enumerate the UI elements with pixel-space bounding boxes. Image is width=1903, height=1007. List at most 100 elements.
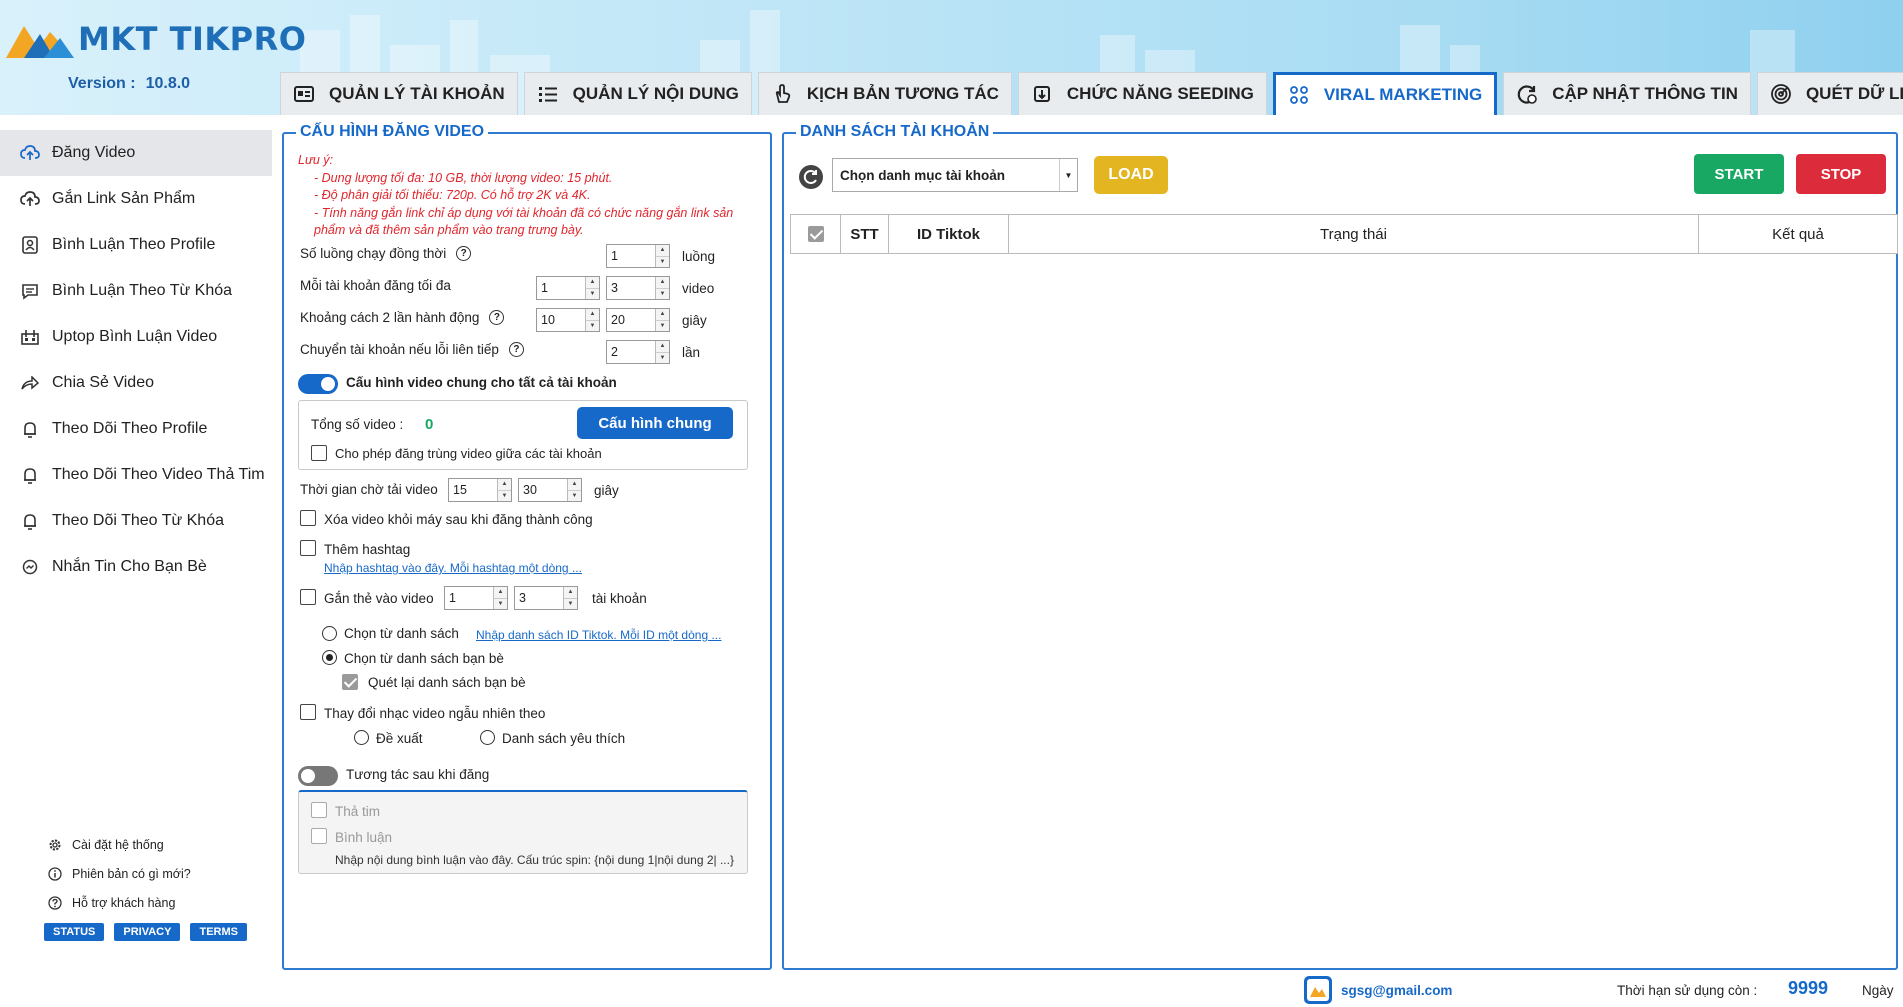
- spin-arrows[interactable]: ▲ ▼: [585, 277, 599, 299]
- system-settings-link[interactable]: Cài đặt hệ thống: [48, 830, 257, 859]
- interact-after-post-toggle[interactable]: [298, 766, 338, 786]
- help-icon[interactable]: ?: [508, 342, 524, 357]
- spin-arrows[interactable]: ▲ ▼: [493, 587, 507, 609]
- status-badge[interactable]: STATUS: [44, 923, 105, 941]
- max-post-min-value: 1: [541, 281, 548, 295]
- max-post-min-input[interactable]: 1 ▲ ▼: [536, 276, 600, 300]
- wait-min-input[interactable]: 15 ▲ ▼: [448, 478, 512, 502]
- customer-support-link[interactable]: Hỗ trợ khách hàng: [48, 888, 257, 917]
- note-line: - Tính năng gắn link chỉ áp dụng với tài…: [314, 205, 734, 238]
- tab-update-info[interactable]: CẬP NHẬT THÔNG TIN: [1503, 72, 1751, 115]
- interval-max-input[interactable]: 20 ▲ ▼: [606, 308, 670, 332]
- privacy-badge[interactable]: PRIVACY: [114, 923, 181, 941]
- add-hashtag-checkbox[interactable]: [300, 540, 316, 556]
- version-number: 10.8.0: [145, 75, 191, 92]
- start-button[interactable]: START: [1694, 154, 1784, 194]
- select-all-column[interactable]: [791, 215, 841, 253]
- whats-new-link[interactable]: Phiên bản có gì mới?: [48, 859, 257, 888]
- max-post-row: Mỗi tài khoản đăng tối đa: [300, 278, 451, 293]
- policy-badges: STATUS PRIVACY TERMS: [44, 923, 257, 941]
- tab-content-management[interactable]: QUẢN LÝ NỘI DUNG: [523, 72, 752, 115]
- common-config-toggle[interactable]: [298, 374, 338, 394]
- sidebar-item-follow-heart-video[interactable]: Theo Dõi Theo Video Thả Tim: [0, 452, 276, 498]
- tab-viral-marketing[interactable]: VIRAL MARKETING: [1272, 72, 1498, 115]
- sidebar-item-comment-profile[interactable]: Bình Luận Theo Profile: [0, 222, 276, 268]
- help-icon: [48, 895, 62, 910]
- user-account-info: sgsg@gmail.com: [1303, 975, 1452, 1005]
- sidebar-item-label: Bình Luận Theo Từ Khóa: [52, 282, 233, 299]
- panel-title: CẤU HÌNH ĐĂNG VIDEO: [296, 123, 489, 141]
- comment-checkbox[interactable]: [311, 828, 327, 844]
- load-button[interactable]: LOAD: [1094, 156, 1168, 194]
- total-video-label: Tổng số video :: [311, 417, 404, 432]
- interval-min-input[interactable]: 10 ▲ ▼: [536, 308, 600, 332]
- wait-max-input[interactable]: 30 ▲ ▼: [518, 478, 582, 502]
- column-header[interactable]: Kết quả: [1699, 215, 1897, 253]
- tag-max-input[interactable]: 3 ▲ ▼: [514, 586, 578, 610]
- id-card-icon: [293, 83, 315, 105]
- music-suggest-label: Đề xuất: [376, 731, 423, 746]
- bell-icon: [20, 465, 40, 485]
- sidebar-item-label: Gắn Link Sản Phẩm: [52, 190, 196, 207]
- seeding-icon: [1031, 83, 1053, 105]
- spin-arrows[interactable]: ▲ ▼: [655, 277, 669, 299]
- switch-account-input[interactable]: 2 ▲ ▼: [606, 340, 670, 364]
- comment-content-input[interactable]: Nhập nội dung bình luận vào đây. Cấu trú…: [335, 853, 734, 867]
- tag-from-friends-label: Chọn từ danh sách bạn bè: [344, 651, 504, 666]
- sidebar-item-share-video[interactable]: Chia Sẻ Video: [0, 360, 276, 406]
- sidebar-item-comment-keyword[interactable]: Bình Luận Theo Từ Khóa: [0, 268, 276, 314]
- share-icon: [20, 373, 40, 393]
- threads-input[interactable]: 1 ▲ ▼: [606, 244, 670, 268]
- common-config-box: Tổng số video : 0 Cấu hình chung Cho phé…: [298, 400, 748, 470]
- column-header[interactable]: STT: [841, 215, 889, 253]
- spin-arrows[interactable]: ▲ ▼: [563, 587, 577, 609]
- music-favorite-radio[interactable]: [480, 730, 495, 745]
- spin-arrows[interactable]: ▲ ▼: [655, 245, 669, 267]
- sidebar-item-follow-keyword[interactable]: Theo Dõi Theo Từ Khóa: [0, 498, 276, 544]
- tag-video-checkbox[interactable]: [300, 589, 316, 605]
- sidebar-item-message-friends[interactable]: Nhắn Tin Cho Bạn Bè: [0, 544, 276, 590]
- tab-label: QUẢN LÝ TÀI KHOẢN: [329, 84, 505, 103]
- delete-after-post-checkbox[interactable]: [300, 510, 316, 526]
- tag-from-list-radio[interactable]: [322, 626, 337, 641]
- column-header[interactable]: ID Tiktok: [889, 215, 1009, 253]
- common-config-button[interactable]: Cấu hình chung: [577, 407, 733, 439]
- sidebar-item-product-link[interactable]: Gắn Link Sản Phẩm: [0, 176, 276, 222]
- terms-badge[interactable]: TERMS: [190, 923, 247, 941]
- hashtag-input-link[interactable]: Nhập hashtag vào đây. Mỗi hashtag một dò…: [324, 561, 582, 575]
- spin-arrows[interactable]: ▲ ▼: [655, 341, 669, 363]
- sidebar-item-post-video[interactable]: Đăng Video: [0, 130, 272, 176]
- tag-from-friends-radio[interactable]: [322, 650, 337, 665]
- tag-min-input[interactable]: 1 ▲ ▼: [444, 586, 508, 610]
- rescan-friends-checkbox[interactable]: [342, 674, 358, 690]
- tab-account-management[interactable]: QUẢN LÝ TÀI KHOẢN: [280, 72, 518, 115]
- spin-arrows[interactable]: ▲ ▼: [497, 479, 511, 501]
- like-checkbox[interactable]: [311, 802, 327, 818]
- sidebar-item-uptop-comment[interactable]: Uptop Bình Luận Video: [0, 314, 276, 360]
- tab-interaction-script[interactable]: KỊCH BẢN TƯƠNG TÁC: [757, 72, 1012, 115]
- music-suggest-radio[interactable]: [354, 730, 369, 745]
- version-label: Version :: [68, 75, 136, 92]
- help-icon[interactable]: ?: [456, 246, 472, 261]
- sidebar-item-follow-profile[interactable]: Theo Dõi Theo Profile: [0, 406, 276, 452]
- tab-scan-data[interactable]: QUÉT DỮ LIỆU: [1756, 72, 1903, 115]
- tag-unit: tài khoản: [592, 591, 647, 606]
- max-post-max-input[interactable]: 3 ▲ ▼: [606, 276, 670, 300]
- max-post-max-value: 3: [611, 281, 618, 295]
- tag-list-input-link[interactable]: Nhập danh sách ID Tiktok. Mỗi ID một dòn…: [476, 628, 721, 642]
- tab-seeding[interactable]: CHỨC NĂNG SEEDING: [1017, 72, 1267, 115]
- allow-duplicate-checkbox[interactable]: [311, 445, 327, 461]
- help-icon[interactable]: ?: [489, 310, 505, 325]
- panel-title: DANH SÁCH TÀI KHOẢN: [796, 123, 994, 141]
- stop-button[interactable]: STOP: [1796, 154, 1886, 194]
- tab-label: QUẢN LÝ NỘI DUNG: [572, 84, 739, 103]
- spin-arrows[interactable]: ▲ ▼: [585, 309, 599, 331]
- spin-arrows[interactable]: ▲ ▼: [567, 479, 581, 501]
- select-all-checkbox[interactable]: [807, 226, 824, 242]
- network-icon: [1288, 84, 1310, 106]
- spin-arrows[interactable]: ▲ ▼: [655, 309, 669, 331]
- change-music-checkbox[interactable]: [300, 704, 316, 720]
- column-header[interactable]: Trạng thái: [1009, 215, 1699, 253]
- category-select[interactable]: Chọn danh mục tài khoản ▼: [832, 158, 1078, 192]
- refresh-icon[interactable]: [798, 164, 824, 190]
